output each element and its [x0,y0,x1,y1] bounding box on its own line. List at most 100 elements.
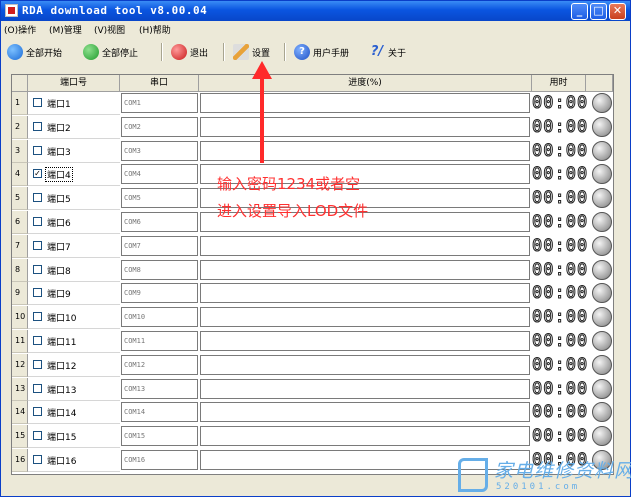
port-label[interactable]: 端口10 [46,311,77,324]
header-rownum [12,75,28,92]
close-button[interactable]: ✕ [609,3,626,20]
user-manual-button[interactable]: ? 用户手册 [294,42,349,62]
port-checkbox[interactable] [33,455,42,464]
maximize-button[interactable]: □ [590,3,607,20]
port-label[interactable]: 端口15 [46,430,77,443]
port-checkbox[interactable] [33,264,42,274]
port-label[interactable]: 端口13 [46,383,77,396]
elapsed-time-display: 00:00 [532,140,589,161]
elapsed-time-display: 00:00 [532,164,589,185]
port-label[interactable]: 端口11 [46,335,77,348]
start-all-button[interactable]: 全部开始 [7,42,62,62]
title-bar[interactable]: RDA download tool v8.00.04 _ □ ✕ [1,1,630,21]
toolbar: 全部开始 全部停止 退出 设置 ? 用户手册 ?/ 关于 [1,39,630,65]
annotation-line-1: 输入密码1234或者空 [217,175,361,193]
port-cell: 端口9 [28,282,120,306]
serial-port-field[interactable]: COM16 [121,450,198,470]
serial-port-field[interactable]: COM7 [121,235,198,256]
header-time[interactable]: 用时 [532,75,586,92]
serial-port-field[interactable]: COM3 [121,140,198,161]
port-label[interactable]: 端口1 [46,97,72,110]
serial-port-field[interactable]: COM13 [121,378,198,399]
progress-bar [200,331,530,351]
menu-help[interactable]: (H)帮助 [139,23,171,36]
port-label[interactable]: 端口7 [46,240,72,253]
port-cell: 端口5 [28,187,120,211]
minimize-button[interactable]: _ [571,3,588,20]
port-checkbox[interactable] [33,383,42,393]
row-number: 5 [12,187,28,211]
serial-port-field[interactable]: COM14 [121,402,198,423]
port-checkbox[interactable] [33,240,42,250]
port-checkbox[interactable] [33,145,42,155]
watermark: 家电维修资料网 520101.com [458,456,631,496]
menu-view[interactable]: (V)视图 [94,23,125,36]
port-label[interactable]: 端口16 [46,454,77,467]
settings-label: 设置 [252,48,271,59]
serial-port-field[interactable]: COM6 [121,212,198,232]
table-row: 2 端口2 COM2 00:00 [12,115,613,139]
row-number: 4 [12,163,28,187]
menu-bar: (O)操作 (M)管理 (V)视图 (H)帮助 [1,21,630,36]
port-label[interactable]: 端口4 [45,167,73,183]
status-led-icon [592,212,612,232]
stop-all-button[interactable]: 全部停止 [83,42,138,62]
serial-port-field[interactable]: COM12 [121,354,198,375]
port-label[interactable]: 端口9 [46,287,72,300]
serial-port-field[interactable]: COM8 [121,259,198,280]
serial-port-field[interactable]: COM2 [121,116,198,137]
table-row: 3 端口3 COM3 00:00 [12,139,613,163]
port-label[interactable]: 端口5 [46,192,72,205]
serial-port-field[interactable]: COM15 [121,426,198,447]
port-label[interactable]: 端口14 [46,406,77,419]
row-number: 6 [12,211,28,234]
settings-button[interactable]: 设置 [233,42,270,62]
exit-button[interactable]: 退出 [171,42,208,62]
progress-bar [200,283,530,304]
serial-port-field[interactable]: COM10 [121,307,198,328]
port-cell: 端口7 [28,235,120,258]
row-number: 8 [12,258,28,282]
progress-bar [200,116,530,137]
port-checkbox[interactable]: ✓ [33,169,42,179]
serial-port-field[interactable]: COM11 [121,331,198,351]
header-serial[interactable]: 串口 [120,75,199,92]
progress-bar [200,354,530,375]
port-checkbox[interactable] [33,312,42,322]
port-checkbox[interactable] [33,359,42,369]
port-checkbox[interactable] [33,121,42,131]
serial-port-field[interactable]: COM9 [121,283,198,304]
stop-icon [83,44,99,60]
about-button[interactable]: ?/ 关于 [369,42,406,62]
port-label[interactable]: 端口3 [46,145,72,158]
progress-bar [200,307,530,328]
header-progress[interactable]: 进度(%) [199,75,532,92]
port-checkbox[interactable] [33,98,42,107]
progress-bar [200,93,530,113]
status-led-icon [592,378,612,399]
port-label[interactable]: 端口2 [46,121,72,134]
serial-port-field[interactable]: COM4 [121,164,198,185]
menu-manage[interactable]: (M)管理 [49,23,82,36]
port-checkbox[interactable] [33,288,42,298]
elapsed-time-display: 00:00 [532,212,589,233]
status-led-icon [592,426,612,447]
serial-port-field[interactable]: COM1 [121,93,198,113]
port-label[interactable]: 端口12 [46,359,77,372]
menu-operate[interactable]: (O)操作 [4,23,36,36]
status-led-icon [592,354,612,375]
port-checkbox[interactable] [33,336,42,345]
port-checkbox[interactable] [33,193,42,203]
serial-port-field[interactable]: COM5 [121,188,198,209]
port-checkbox[interactable] [33,407,42,417]
table-row: 8 端口8 COM8 00:00 [12,258,613,282]
elapsed-time-display: 00:00 [532,283,589,304]
port-cell: 端口2 [28,116,120,139]
port-label[interactable]: 端口8 [46,264,72,277]
window-title: RDA download tool v8.00.04 [22,4,208,17]
port-checkbox[interactable] [33,217,42,226]
progress-bar [200,378,530,399]
port-checkbox[interactable] [33,431,42,441]
port-label[interactable]: 端口6 [46,216,72,229]
header-port[interactable]: 端口号 [28,75,120,92]
